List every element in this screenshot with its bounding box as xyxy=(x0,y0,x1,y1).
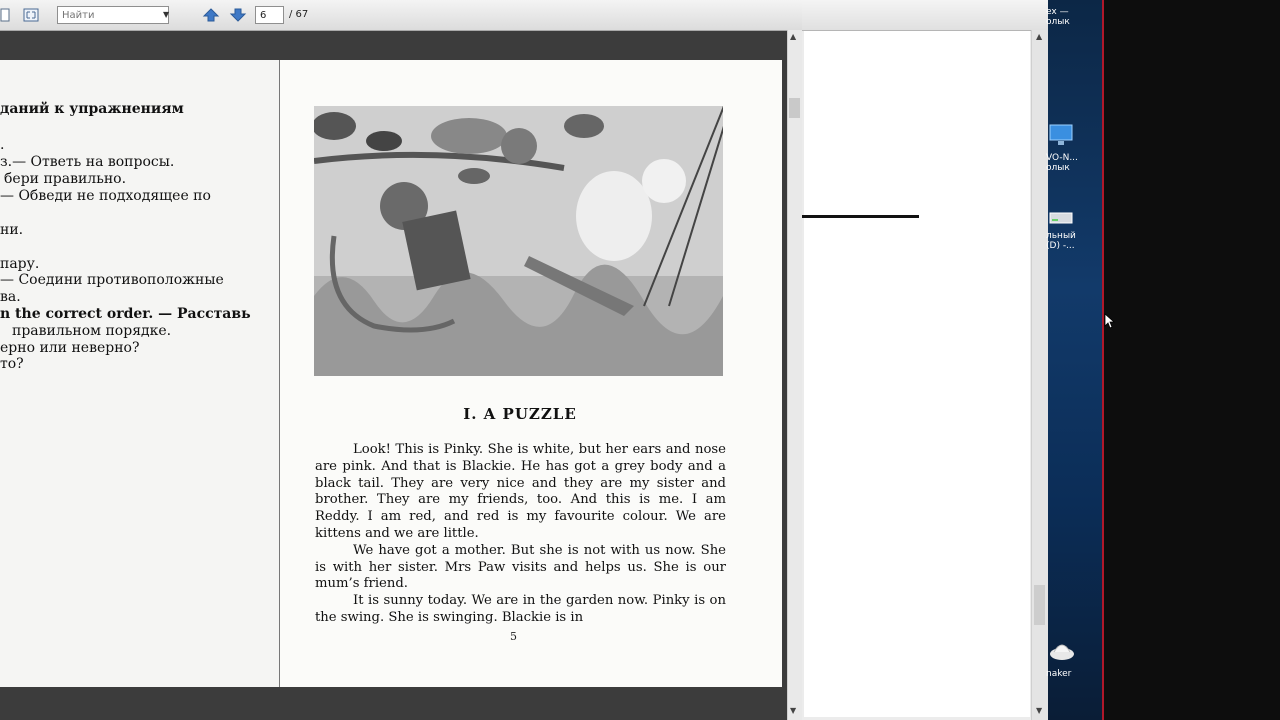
left-line: ва. xyxy=(0,289,21,305)
next-page-icon[interactable] xyxy=(229,7,247,23)
left-line: з.— Ответь на вопросы. xyxy=(0,154,175,170)
second-window-document xyxy=(804,31,1030,717)
viewer-scrollbar[interactable] xyxy=(787,30,803,720)
left-line: то? xyxy=(0,356,24,372)
second-window-toolbar xyxy=(802,0,1048,31)
page-number-input[interactable] xyxy=(255,6,284,24)
search-input[interactable] xyxy=(57,6,169,24)
mouse-cursor-icon xyxy=(1104,313,1116,329)
app-icon[interactable] xyxy=(1048,636,1076,664)
story-paragraph: It is sunny today. We are in the garden … xyxy=(315,593,726,625)
search-dropdown-arrow-icon[interactable]: ▼ xyxy=(163,10,169,19)
left-line: правильном порядке. xyxy=(12,323,172,339)
window-border xyxy=(1102,0,1104,720)
scroll-down-icon[interactable]: ▼ xyxy=(790,706,796,715)
left-line: — Соедини противоположные xyxy=(0,272,224,288)
fit-page-icon[interactable] xyxy=(22,7,40,23)
scroll-up-icon[interactable]: ▲ xyxy=(790,32,796,41)
page-number: 5 xyxy=(510,630,517,643)
story-text: Look! This is Pinky. She is white, but h… xyxy=(315,442,726,627)
left-line: — Обведи не подходящее по xyxy=(0,188,211,204)
left-line: пару. xyxy=(0,256,40,272)
second-scroll-down-icon[interactable]: ▼ xyxy=(1036,706,1042,715)
page-total-label: / 67 xyxy=(289,9,309,20)
story-title: I. A PUZZLE xyxy=(463,405,577,423)
secondary-screen xyxy=(1104,0,1280,720)
desktop-icon-label[interactable]: льный (D) -... xyxy=(1046,231,1076,251)
monitor-icon[interactable] xyxy=(1048,122,1074,148)
document-rule xyxy=(802,215,919,218)
viewer-toolbar: ▼ / 67 xyxy=(0,0,802,31)
left-line: . xyxy=(0,137,5,153)
second-scrollbar-thumb[interactable] xyxy=(1034,585,1045,625)
page-view-icon[interactable] xyxy=(0,7,18,23)
story-paragraph: Look! This is Pinky. She is white, but h… xyxy=(315,442,726,541)
drive-icon[interactable] xyxy=(1048,205,1074,229)
desktop-icon-label[interactable]: VO-N... олык xyxy=(1046,153,1078,173)
left-page-heading: даний к упражнениям xyxy=(0,101,184,117)
left-line: n the correct order. — Расставь xyxy=(0,306,251,322)
desktop-icon-label[interactable]: naker xyxy=(1046,669,1071,679)
kittens-illustration xyxy=(314,106,723,376)
scrollbar-thumb[interactable] xyxy=(789,98,800,118)
desktop-icon-label[interactable]: ex — олык xyxy=(1046,7,1070,27)
left-line: ни. xyxy=(0,222,24,238)
left-line: бери правильно. xyxy=(4,171,127,187)
story-paragraph: We have got a mother. But she is not wit… xyxy=(315,542,726,592)
left-line: ерно или неверно? xyxy=(0,340,140,356)
previous-page-icon[interactable] xyxy=(202,7,220,23)
second-scroll-up-icon[interactable]: ▲ xyxy=(1036,32,1042,41)
